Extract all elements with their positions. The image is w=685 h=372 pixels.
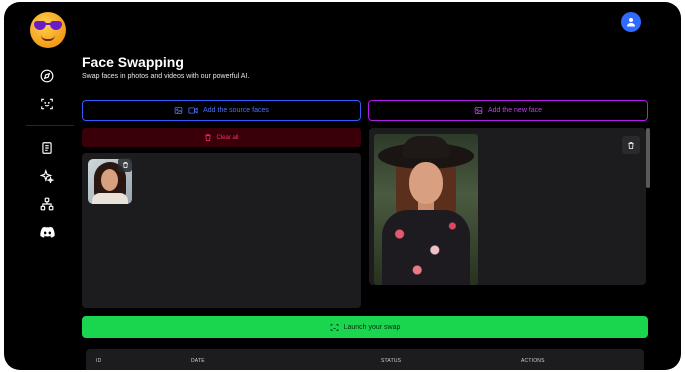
column-header-date: DATE: [191, 358, 205, 364]
app-window: Face Swapping Swap faces in photos and v…: [4, 2, 681, 370]
trash-icon: [122, 162, 128, 168]
image-icon: [174, 107, 183, 114]
sidebar-divider: [26, 125, 74, 126]
user-icon: [627, 18, 635, 27]
sunglasses-icon: [34, 21, 62, 30]
clear-all-button[interactable]: Clear all: [82, 128, 361, 147]
launch-swap-label: Launch your swap: [343, 323, 401, 331]
column-header-actions: ACTIONS: [521, 358, 545, 364]
new-face-panel: [369, 128, 650, 285]
column-header-status: STATUS: [381, 358, 402, 364]
launch-swap-button[interactable]: Launch your swap: [82, 316, 648, 338]
source-faces-panel: [82, 153, 361, 308]
compass-icon[interactable]: [39, 68, 55, 84]
sidebar: [4, 2, 76, 370]
user-avatar[interactable]: [621, 12, 641, 32]
add-source-faces-button[interactable]: Add the source faces: [82, 100, 361, 121]
clear-all-label: Clear all: [216, 134, 239, 141]
trash-icon: [205, 134, 212, 141]
face-scan-icon[interactable]: [39, 96, 55, 112]
add-new-face-label: Add the new face: [487, 107, 543, 114]
discord-icon[interactable]: [39, 224, 55, 240]
column-header-id: ID: [96, 358, 102, 364]
image-icon: [474, 107, 483, 114]
target-face-image[interactable]: [374, 134, 478, 285]
document-icon[interactable]: [39, 140, 55, 156]
face-scan-icon: [330, 323, 338, 331]
hierarchy-icon[interactable]: [39, 196, 55, 212]
trash-icon: [628, 141, 634, 149]
remove-source-face-button[interactable]: [118, 158, 132, 172]
page-subtitle: Swap faces in photos and videos with our…: [82, 73, 250, 80]
app-logo[interactable]: [30, 12, 66, 48]
add-new-face-button[interactable]: Add the new face: [368, 100, 648, 121]
swap-history-table: ID DATE STATUS ACTIONS: [86, 349, 644, 370]
sparkles-icon[interactable]: [39, 168, 55, 184]
scrollbar-thumb[interactable]: [646, 128, 650, 188]
page-title: Face Swapping: [82, 54, 184, 70]
remove-target-face-button[interactable]: [622, 136, 640, 154]
add-source-faces-label: Add the source faces: [203, 107, 269, 114]
video-icon: [188, 107, 198, 114]
